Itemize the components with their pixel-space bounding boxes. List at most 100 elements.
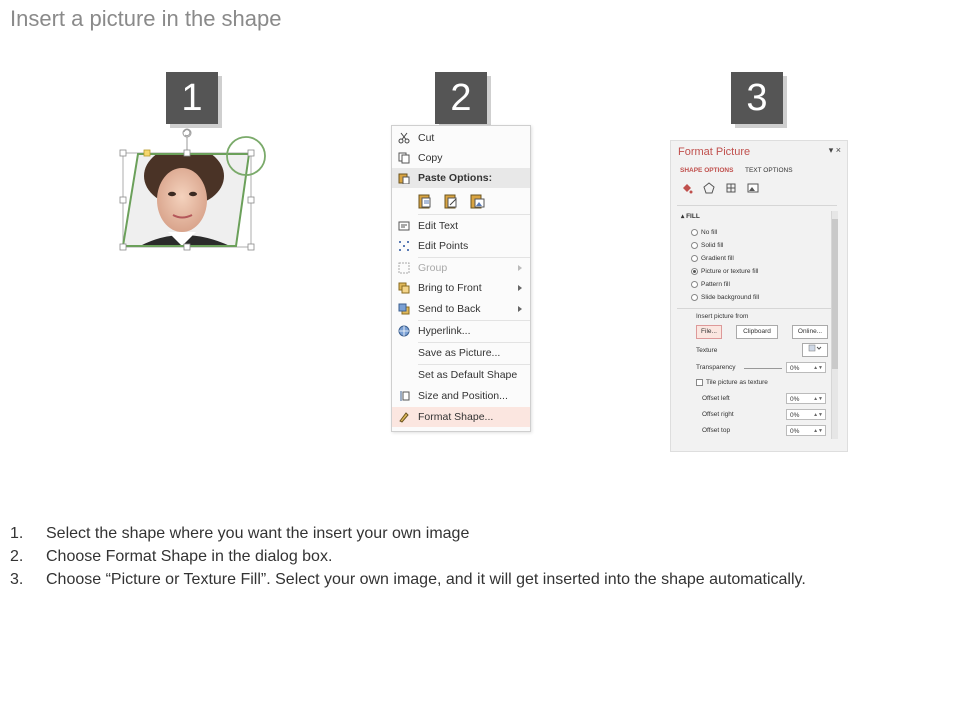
radio-label: Slide background fill (701, 294, 760, 302)
menu-item-save-as-picture[interactable]: Save as Picture... (392, 343, 530, 363)
radio-button[interactable] (691, 294, 698, 301)
scissors-icon (398, 132, 410, 144)
radio-no-fill[interactable]: No fill (691, 229, 717, 236)
menu-item-hyperlink[interactable]: Hyperlink... (392, 321, 530, 341)
resize-handle[interactable] (183, 149, 191, 157)
tab-text-options[interactable]: TEXT OPTIONS (745, 167, 793, 174)
effects-icon[interactable] (703, 182, 715, 194)
step-badge-3: 3 (731, 72, 783, 124)
offset-right-input[interactable]: 0% ▲▼ (786, 409, 826, 420)
clipboard-button[interactable]: Clipboard (736, 325, 778, 339)
tile-label: Tile picture as texture (706, 379, 768, 387)
radio-gradient-fill[interactable]: Gradient fill (691, 255, 734, 262)
instruction-number: 2. (10, 548, 24, 565)
menu-item-send-to-back[interactable]: Send to Back (392, 299, 530, 319)
rotate-handle-icon[interactable] (182, 128, 192, 152)
offset-top-input[interactable]: 0% ▲▼ (786, 425, 826, 436)
tab-shape-options[interactable]: SHAPE OPTIONS (680, 167, 733, 174)
spinner-arrows-icon[interactable]: ▲▼ (813, 394, 823, 405)
resize-handle[interactable] (183, 243, 191, 251)
menu-item-label: Format Shape... (418, 411, 494, 423)
adjust-handle[interactable] (143, 149, 151, 157)
group-icon (398, 262, 410, 274)
instruction-item: 2. Choose Format Shape in the dialog box. (10, 545, 806, 568)
resize-handle[interactable] (247, 149, 255, 157)
fill-line-icon[interactable] (681, 182, 693, 194)
menu-item-label: Set as Default Shape (418, 369, 518, 381)
menu-item-label: Group (418, 262, 448, 274)
radio-label: Gradient fill (701, 255, 734, 263)
scrollbar-thumb[interactable] (832, 219, 838, 369)
instruction-text: Choose Format Shape in the dialog box. (46, 548, 333, 565)
menu-item-group: Group (392, 258, 530, 278)
slide-title: Insert a picture in the shape (10, 6, 282, 31)
instruction-item: 3. Choose “Picture or Texture Fill”. Sele… (10, 568, 806, 591)
radio-solid-fill[interactable]: Solid fill (691, 242, 723, 249)
size-properties-icon[interactable] (725, 182, 737, 194)
transparency-label: Transparency (696, 364, 736, 371)
menu-item-edit-text[interactable]: Edit Text (392, 216, 530, 236)
instruction-item: 1. Select the shape where you want the in… (10, 522, 806, 545)
paste-option-buttons (392, 190, 530, 212)
pane-title: Format Picture (678, 146, 751, 158)
fill-section-header[interactable]: ▴ FILL (681, 212, 700, 220)
resize-handle[interactable] (247, 196, 255, 204)
radio-button[interactable] (691, 255, 698, 262)
radio-pattern-fill[interactable]: Pattern fill (691, 281, 730, 288)
menu-item-size-position[interactable]: Size and Position... (392, 386, 530, 406)
format-shape-icon (399, 412, 409, 423)
spinner-arrows-icon[interactable]: ▲▼ (813, 410, 823, 421)
tile-checkbox[interactable] (696, 379, 703, 386)
paste-icon (398, 173, 410, 184)
offset-top-label: Offset top (702, 427, 731, 434)
menu-item-label: Hyperlink... (418, 325, 471, 337)
offset-right-label: Offset right (702, 411, 734, 418)
pane-close-button[interactable]: ▾ × (829, 145, 841, 156)
resize-handle[interactable] (119, 196, 127, 204)
menu-item-label: Send to Back (418, 303, 481, 315)
menu-item-label: Copy (418, 152, 443, 164)
resize-handle[interactable] (119, 243, 127, 251)
insert-from-label: Insert picture from (696, 313, 749, 320)
instructions-list: 1. Select the shape where you want the in… (10, 522, 806, 591)
context-menu: Cut Copy Paste Options: Edit Text Edit P… (391, 125, 531, 432)
menu-item-edit-points[interactable]: Edit Points (392, 236, 530, 256)
radio-button-selected[interactable] (691, 268, 698, 275)
online-button[interactable]: Online... (792, 325, 828, 339)
selected-shape[interactable] (110, 120, 280, 260)
menu-item-cut[interactable]: Cut (392, 128, 530, 148)
pane-scrollbar[interactable] (831, 211, 838, 439)
menu-item-copy[interactable]: Copy (392, 148, 530, 168)
spin-value: 0% (790, 396, 800, 403)
paste-use-destination-icon[interactable] (444, 193, 460, 209)
instruction-text: Choose “Picture or Texture Fill”. Select… (46, 571, 806, 588)
radio-button[interactable] (691, 229, 698, 236)
radio-picture-texture-fill[interactable]: Picture or texture fill (691, 268, 758, 275)
offset-left-input[interactable]: 0% ▲▼ (786, 393, 826, 404)
bring-to-front-icon (398, 282, 410, 294)
resize-handle[interactable] (247, 243, 255, 251)
menu-item-format-shape[interactable]: Format Shape... (392, 407, 530, 427)
radio-label: No fill (701, 229, 718, 237)
instruction-number: 3. (10, 571, 24, 588)
radio-button[interactable] (691, 242, 698, 249)
menu-item-label: Edit Points (418, 240, 469, 252)
resize-handle[interactable] (119, 149, 127, 157)
radio-button[interactable] (691, 281, 698, 288)
picture-icon[interactable] (747, 182, 759, 194)
texture-dropdown[interactable] (802, 343, 828, 357)
radio-label: Picture or texture fill (701, 268, 759, 276)
menu-item-set-default-shape[interactable]: Set as Default Shape (392, 365, 530, 385)
menu-item-bring-to-front[interactable]: Bring to Front (392, 278, 530, 298)
paste-keep-formatting-icon[interactable] (418, 193, 434, 209)
paste-picture-icon[interactable] (470, 193, 486, 209)
spin-value: 0% (790, 365, 800, 372)
transparency-input[interactable]: 0% ▲▼ (786, 362, 826, 373)
spinner-arrows-icon[interactable]: ▲▼ (813, 426, 823, 437)
transparency-slider[interactable] (744, 368, 782, 369)
spin-value: 0% (790, 412, 800, 419)
spinner-arrows-icon[interactable]: ▲▼ (813, 363, 823, 374)
radio-slide-background-fill[interactable]: Slide background fill (691, 294, 759, 301)
file-button[interactable]: File... (696, 325, 722, 339)
tile-checkbox-row[interactable]: Tile picture as texture (696, 379, 768, 386)
